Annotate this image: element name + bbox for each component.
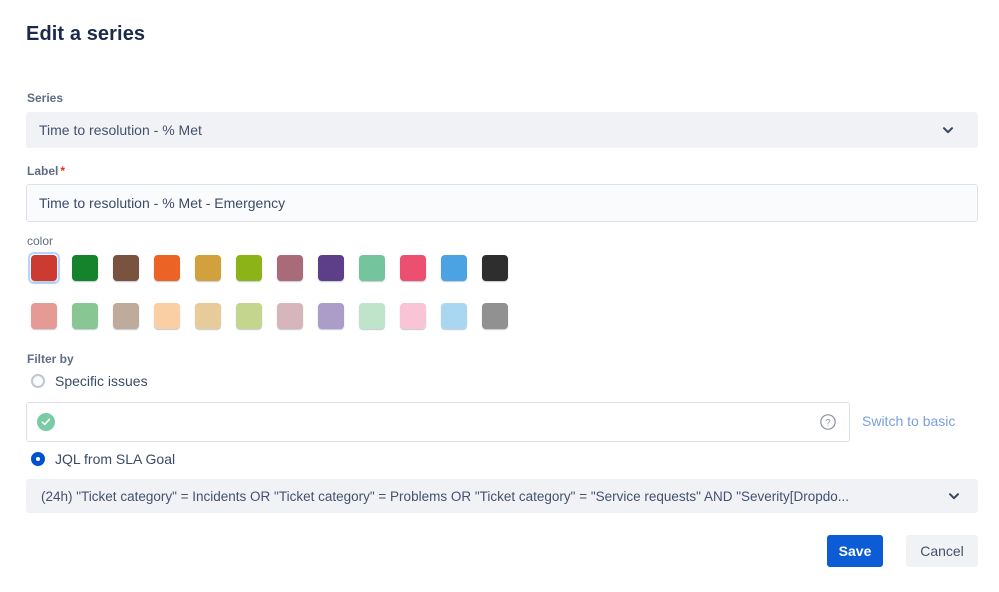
check-circle-icon — [37, 413, 55, 431]
series-select[interactable]: Time to resolution - % Met — [26, 112, 978, 148]
color-swatch-light-gold[interactable] — [195, 303, 221, 329]
color-swatch-mauve[interactable] — [277, 255, 303, 281]
page-title: Edit a series — [26, 21, 145, 47]
color-swatch-option[interactable] — [151, 300, 183, 332]
color-swatch-light-pink[interactable] — [400, 303, 426, 329]
series-select-value: Time to resolution - % Met — [39, 122, 941, 138]
color-swatch-option[interactable] — [233, 252, 265, 284]
color-swatch-option[interactable] — [274, 252, 306, 284]
radio-option-jql-from-sla-goal[interactable]: JQL from SLA Goal — [31, 450, 175, 468]
radio-specific-issues[interactable] — [31, 374, 45, 388]
color-swatch-light-brown[interactable] — [113, 303, 139, 329]
color-swatch-light-jade[interactable] — [359, 303, 385, 329]
color-swatch-blue[interactable] — [441, 255, 467, 281]
required-asterisk: * — [60, 164, 65, 178]
color-swatch-purple[interactable] — [318, 255, 344, 281]
color-swatch-olive[interactable] — [236, 255, 262, 281]
color-swatch-option[interactable] — [356, 252, 388, 284]
color-swatch-option[interactable] — [479, 252, 511, 284]
color-swatch-option[interactable] — [192, 300, 224, 332]
color-swatch-brown[interactable] — [113, 255, 139, 281]
color-swatch-light-blue[interactable] — [441, 303, 467, 329]
cancel-button[interactable]: Cancel — [906, 535, 978, 567]
radio-jql-from-sla-goal-label: JQL from SLA Goal — [55, 450, 175, 468]
color-swatch-option[interactable] — [397, 252, 429, 284]
color-swatch-option[interactable] — [69, 252, 101, 284]
radio-option-specific-issues[interactable]: Specific issues — [31, 372, 148, 390]
color-swatch-option[interactable] — [356, 300, 388, 332]
question-circle-icon[interactable]: ? — [819, 413, 837, 431]
color-swatch-option[interactable] — [110, 252, 142, 284]
color-swatch-option[interactable] — [69, 300, 101, 332]
label-input-value: Time to resolution - % Met - Emergency — [39, 195, 285, 211]
color-swatch-light-green[interactable] — [72, 303, 98, 329]
color-swatch-light-red[interactable] — [31, 303, 57, 329]
color-swatch-option[interactable] — [28, 252, 60, 284]
chevron-down-icon — [947, 489, 961, 503]
color-field-label: color — [27, 234, 53, 248]
color-swatch-red[interactable] — [31, 255, 57, 281]
color-swatch-light-purple[interactable] — [318, 303, 344, 329]
jql-sla-goal-select-value: (24h) "Ticket category" = Incidents OR "… — [41, 489, 947, 504]
color-swatch-option[interactable] — [438, 252, 470, 284]
color-swatch-orange[interactable] — [154, 255, 180, 281]
color-swatch-light-orange[interactable] — [154, 303, 180, 329]
color-swatch-option[interactable] — [28, 300, 60, 332]
color-swatch-option[interactable] — [274, 300, 306, 332]
color-swatch-black[interactable] — [482, 255, 508, 281]
color-swatch-gold[interactable] — [195, 255, 221, 281]
color-swatch-option[interactable] — [110, 300, 142, 332]
edit-series-dialog: Edit a series Series Time to resolution … — [0, 0, 999, 592]
color-swatch-option[interactable] — [438, 300, 470, 332]
color-swatch-option[interactable] — [397, 300, 429, 332]
label-input[interactable]: Time to resolution - % Met - Emergency — [26, 184, 978, 222]
filter-by-label: Filter by — [27, 351, 74, 367]
color-swatch-option[interactable] — [233, 300, 265, 332]
color-swatch-option[interactable] — [151, 252, 183, 284]
color-swatch-option[interactable] — [315, 300, 347, 332]
color-swatch-pink[interactable] — [400, 255, 426, 281]
save-button[interactable]: Save — [827, 535, 883, 567]
svg-text:?: ? — [825, 418, 830, 429]
switch-to-basic-link[interactable]: Switch to basic — [862, 413, 955, 429]
color-swatch-green[interactable] — [72, 255, 98, 281]
color-swatch-option[interactable] — [192, 252, 224, 284]
color-swatch-light-olive[interactable] — [236, 303, 262, 329]
chevron-down-icon — [941, 123, 955, 137]
color-swatch-option[interactable] — [479, 300, 511, 332]
jql-text-input[interactable]: ? — [26, 402, 850, 442]
color-swatch-jade[interactable] — [359, 255, 385, 281]
jql-sla-goal-select[interactable]: (24h) "Ticket category" = Incidents OR "… — [26, 479, 978, 513]
color-swatch-row-pastel — [28, 300, 511, 332]
radio-jql-from-sla-goal[interactable] — [31, 452, 45, 466]
radio-specific-issues-label: Specific issues — [55, 372, 148, 390]
color-swatch-light-mauve[interactable] — [277, 303, 303, 329]
label-field-label: Label* — [27, 163, 65, 179]
color-swatch-option[interactable] — [315, 252, 347, 284]
color-swatch-gray[interactable] — [482, 303, 508, 329]
label-field-label-text: Label — [27, 164, 58, 178]
series-field-label: Series — [27, 90, 63, 106]
color-swatch-row-primary — [28, 252, 511, 284]
